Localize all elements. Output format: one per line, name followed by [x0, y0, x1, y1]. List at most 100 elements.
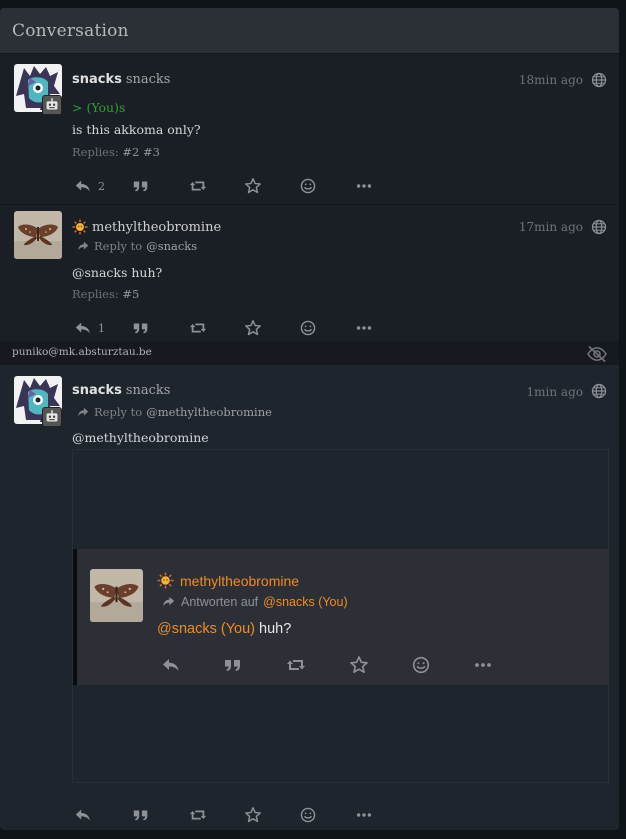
status-text: @snacks huh?	[72, 265, 163, 280]
quote-button[interactable]	[223, 655, 243, 675]
action-bar: 1	[74, 318, 394, 338]
repeat-button[interactable]	[189, 805, 207, 825]
smiley-icon	[411, 655, 431, 675]
reply-to-label: Reply to	[94, 239, 143, 253]
quote-icon	[223, 655, 243, 675]
account-handle[interactable]: snacks	[126, 72, 171, 87]
react-button[interactable]	[411, 655, 431, 675]
embedded-post[interactable]: methyltheobromine Antworten auf @snacks …	[73, 549, 609, 685]
star-icon	[244, 806, 262, 824]
name-line: methyltheobromine	[72, 219, 221, 235]
display-name[interactable]: methyltheobromine	[180, 573, 299, 589]
more-button[interactable]	[355, 176, 373, 196]
reply-icon	[74, 319, 92, 337]
panel-title: Conversation	[12, 20, 129, 41]
separator-text[interactable]: puniko@mk.absturztau.be	[12, 346, 152, 358]
reply-arrow-icon	[76, 239, 90, 253]
reply-count: 1	[98, 321, 105, 335]
favorite-button[interactable]	[244, 318, 262, 338]
replies-label: Replies:	[72, 287, 119, 301]
status-text: @methyltheobromine	[72, 430, 209, 445]
reply-arrow-icon	[76, 405, 90, 419]
eye-slash-icon[interactable]	[586, 345, 608, 363]
smiley-icon	[299, 177, 317, 195]
bot-badge	[42, 95, 62, 115]
replies-label: Replies:	[72, 145, 119, 159]
reply-link[interactable]: #5	[122, 287, 139, 301]
globe-icon[interactable]	[591, 219, 607, 235]
favorite-button[interactable]	[244, 805, 262, 825]
conversation-panel: Conversation snacks snacks 18min ago > (…	[0, 8, 619, 830]
star-icon	[349, 655, 369, 675]
timestamp[interactable]: 18min ago	[519, 73, 583, 87]
status-post: methyltheobromine 17min ago Reply to @sn…	[0, 205, 619, 342]
status-text: @snacks (You) huh?	[157, 621, 291, 637]
reply-to-line: Reply to @snacks	[76, 239, 197, 253]
repeat-button[interactable]	[189, 318, 207, 338]
react-button[interactable]	[299, 176, 317, 196]
smiley-icon	[299, 319, 317, 337]
smiley-icon	[299, 806, 317, 824]
reply-button[interactable]: 2	[74, 176, 105, 196]
react-button[interactable]	[299, 318, 317, 338]
globe-icon[interactable]	[591, 72, 607, 88]
reply-to-link[interactable]: @snacks (You)	[263, 595, 348, 609]
globe-icon[interactable]	[591, 383, 607, 399]
action-bar: 2	[74, 176, 394, 196]
quote-icon	[132, 319, 150, 337]
reply-link[interactable]: #3	[143, 145, 160, 159]
quote-button[interactable]	[132, 318, 150, 338]
quote-button[interactable]	[132, 805, 150, 825]
favorite-button[interactable]	[349, 655, 369, 675]
reply-button[interactable]	[74, 805, 92, 825]
timestamp[interactable]: 1min ago	[527, 385, 583, 399]
timestamp[interactable]: 17min ago	[519, 220, 583, 234]
retweet-icon	[189, 177, 207, 195]
reply-button[interactable]	[161, 655, 181, 675]
panel-header: Conversation	[0, 8, 619, 54]
bot-icon	[43, 408, 61, 426]
reply-count: 2	[98, 179, 105, 193]
bot-icon	[43, 96, 61, 114]
embedded-post-frame: methyltheobromine Antworten auf @snacks …	[72, 449, 609, 783]
display-name[interactable]: methyltheobromine	[92, 220, 221, 235]
reply-button[interactable]: 1	[74, 318, 105, 338]
more-dots-icon	[355, 177, 373, 195]
more-button[interactable]	[355, 805, 373, 825]
thread-separator: puniko@mk.absturztau.be	[0, 341, 619, 365]
quote-icon	[132, 177, 150, 195]
retweet-icon	[189, 806, 207, 824]
more-dots-icon	[355, 319, 373, 337]
repeat-button[interactable]	[189, 176, 207, 196]
more-dots-icon	[473, 655, 493, 675]
reply-to-link[interactable]: @snacks	[146, 239, 197, 253]
quote-icon	[132, 806, 150, 824]
react-button[interactable]	[299, 805, 317, 825]
favorite-button[interactable]	[244, 176, 262, 196]
reply-link[interactable]: #2	[122, 145, 139, 159]
star-icon	[244, 177, 262, 195]
star-icon	[244, 319, 262, 337]
account-handle[interactable]: snacks	[126, 383, 171, 398]
repeat-button[interactable]	[286, 655, 306, 675]
more-button[interactable]	[473, 655, 493, 675]
avatar[interactable]	[90, 569, 143, 622]
mention-link[interactable]: @snacks (You)	[157, 621, 255, 637]
status-text-body: huh?	[255, 621, 292, 637]
name-line: snacks snacks	[72, 72, 170, 87]
greentext: > (You)s	[72, 100, 126, 115]
display-name[interactable]: snacks	[72, 383, 122, 398]
reply-to-link[interactable]: @methyltheobromine	[146, 405, 272, 419]
quote-button[interactable]	[132, 176, 150, 196]
reply-icon	[161, 655, 181, 675]
sun-emoji-icon	[72, 219, 88, 235]
status-text: is this akkoma only?	[72, 122, 201, 137]
replies-line: Replies: #2 #3	[72, 145, 160, 159]
retweet-icon	[286, 655, 306, 675]
reply-to-line: Antworten auf @snacks (You)	[161, 594, 348, 609]
reply-icon	[74, 806, 92, 824]
display-name[interactable]: snacks	[72, 72, 122, 87]
action-bar	[74, 805, 394, 825]
more-button[interactable]	[355, 318, 373, 338]
avatar[interactable]	[14, 211, 62, 259]
